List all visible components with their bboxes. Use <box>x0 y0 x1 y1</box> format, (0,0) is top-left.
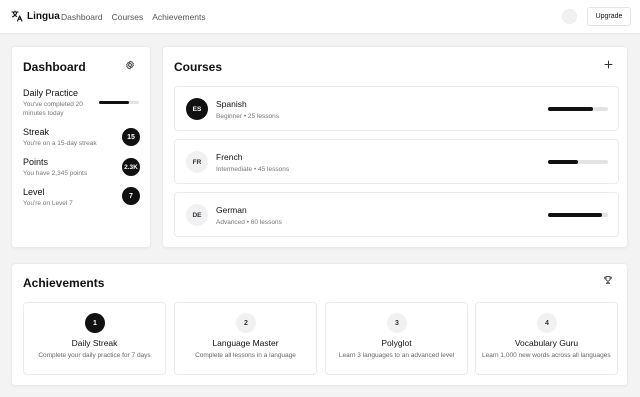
achievement-number: 4 <box>537 313 557 333</box>
course-code-badge: FR <box>186 151 208 173</box>
course-subtitle: Advanced • 60 lessons <box>216 219 282 226</box>
achievement-title: Daily Streak <box>71 338 118 348</box>
achievement-description: Complete your daily practice for 7 days <box>38 352 151 359</box>
course-subtitle: Beginner • 25 lessons <box>216 113 279 120</box>
progress-fill <box>548 107 593 111</box>
nav-dashboard[interactable]: Dashboard <box>61 12 103 22</box>
course-code-badge: DE <box>186 204 208 226</box>
achievement-number: 1 <box>85 313 105 333</box>
achievement-description: Learn 1,000 new words across all languag… <box>482 352 611 359</box>
stat-label: Daily Practice <box>23 88 79 98</box>
achievement-number: 2 <box>236 313 256 333</box>
courses-card: Courses ES Spanish Beginner • 25 lessons… <box>162 46 628 248</box>
nav-achievements[interactable]: Achievements <box>152 12 205 22</box>
level-badge: 7 <box>122 187 140 205</box>
achievement-description: Learn 3 languages to an advanced level <box>338 352 455 359</box>
achievement-language-master[interactable]: 2 Language Master Complete all lessons i… <box>174 302 317 375</box>
achievement-title: Vocabulary Guru <box>514 338 579 348</box>
course-code-badge: ES <box>186 98 208 120</box>
course-progress <box>548 213 608 217</box>
upgrade-button[interactable]: Upgrade <box>587 7 631 26</box>
progress-fill <box>548 213 602 217</box>
streak-badge: 15 <box>122 128 140 146</box>
course-progress <box>548 107 608 111</box>
main-nav: Dashboard Courses Achievements <box>61 12 206 22</box>
achievement-polyglot[interactable]: 3 Polyglot Learn 3 languages to an advan… <box>325 302 468 375</box>
points-badge: 2.3K <box>122 158 140 176</box>
progress-fill <box>99 101 129 104</box>
achievement-title: Language Master <box>212 338 279 348</box>
achievements-card: Achievements 1 Daily Streak Complete you… <box>11 263 628 386</box>
progress-fill <box>548 160 578 164</box>
achievement-daily-streak[interactable]: 1 Daily Streak Complete your daily pract… <box>23 302 166 375</box>
courses-title: Courses <box>174 60 223 74</box>
course-name: Spanish <box>216 99 247 109</box>
course-name: French <box>216 152 243 162</box>
translate-icon <box>11 10 23 22</box>
achievements-title: Achievements <box>23 276 105 290</box>
brand-name: Lingua <box>27 10 60 22</box>
nav-courses[interactable]: Courses <box>112 12 144 22</box>
plus-icon[interactable] <box>604 58 613 72</box>
achievement-vocabulary-guru[interactable]: 4 Vocabulary Guru Learn 1,000 new words … <box>475 302 618 375</box>
gear-icon[interactable] <box>125 60 135 73</box>
achievement-number: 3 <box>387 313 407 333</box>
dashboard-title: Dashboard <box>23 60 86 74</box>
top-navigation-bar: Lingua Dashboard Courses Achievements Up… <box>0 0 640 34</box>
course-item-german[interactable]: DE German Advanced • 60 lessons <box>174 192 619 237</box>
course-subtitle: Intermediate • 45 lessons <box>216 166 290 173</box>
course-item-french[interactable]: FR French Intermediate • 45 lessons <box>174 139 619 184</box>
achievement-title: Polyglot <box>381 338 412 348</box>
stat-subtitle: You've completed 20 minutes today <box>23 101 83 118</box>
user-avatar[interactable] <box>562 9 577 24</box>
achievement-description: Complete all lessons in a language <box>195 352 296 359</box>
brand-logo[interactable]: Lingua <box>11 10 60 22</box>
daily-practice-progress <box>99 101 139 104</box>
course-progress <box>548 160 608 164</box>
trophy-icon[interactable] <box>603 275 613 288</box>
dashboard-card: Dashboard Daily Practice You've complete… <box>11 46 151 248</box>
course-item-spanish[interactable]: ES Spanish Beginner • 25 lessons <box>174 86 619 131</box>
course-name: German <box>216 205 247 215</box>
